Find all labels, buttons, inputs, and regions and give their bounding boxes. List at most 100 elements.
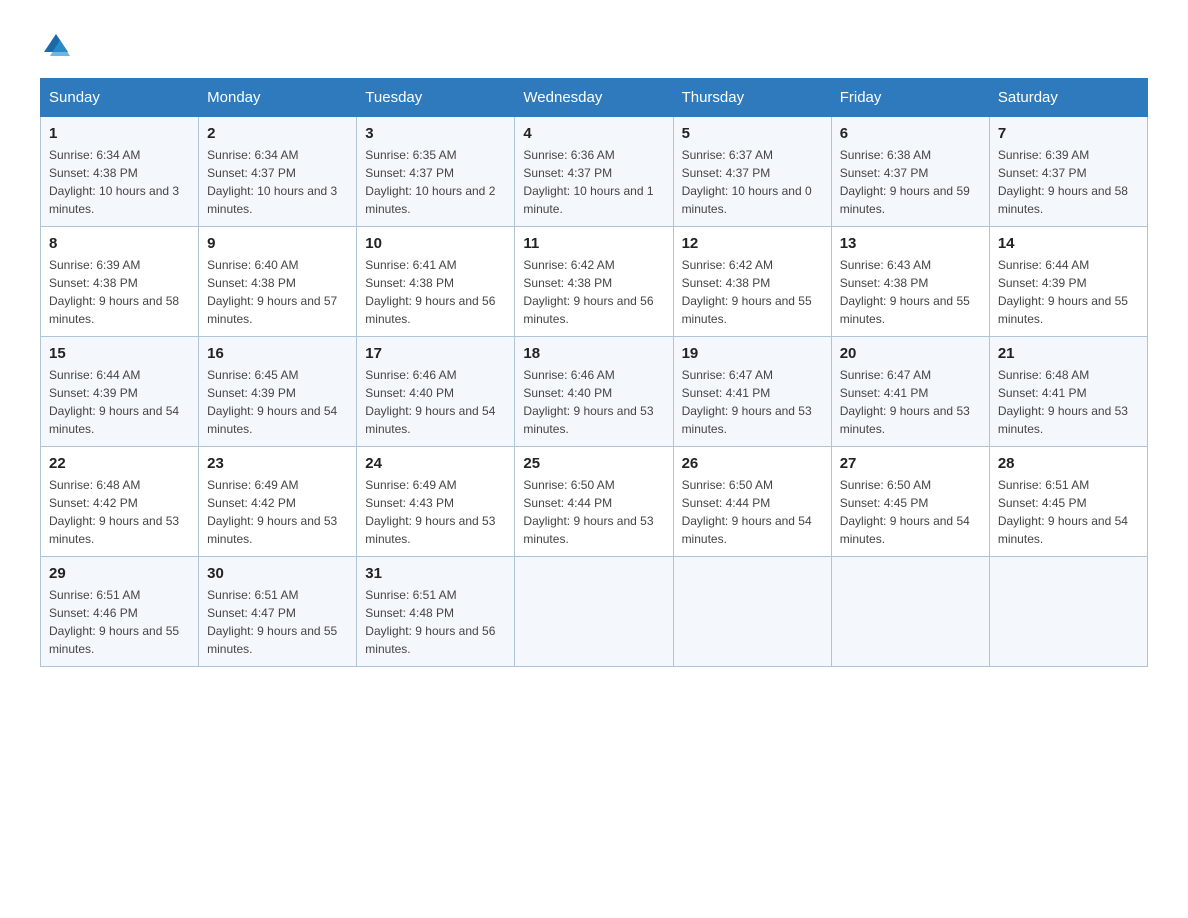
calendar-day-cell: 25 Sunrise: 6:50 AM Sunset: 4:44 PM Dayl…: [515, 447, 673, 557]
calendar-day-cell: 4 Sunrise: 6:36 AM Sunset: 4:37 PM Dayli…: [515, 117, 673, 227]
calendar-day-cell: 22 Sunrise: 6:48 AM Sunset: 4:42 PM Dayl…: [41, 447, 199, 557]
day-number: 30: [207, 565, 348, 582]
day-info: Sunrise: 6:44 AM Sunset: 4:39 PM Dayligh…: [49, 366, 190, 438]
day-info: Sunrise: 6:34 AM Sunset: 4:37 PM Dayligh…: [207, 146, 348, 218]
day-number: 1: [49, 125, 190, 142]
calendar-day-cell: 8 Sunrise: 6:39 AM Sunset: 4:38 PM Dayli…: [41, 227, 199, 337]
day-info: Sunrise: 6:38 AM Sunset: 4:37 PM Dayligh…: [840, 146, 981, 218]
calendar-day-cell: 29 Sunrise: 6:51 AM Sunset: 4:46 PM Dayl…: [41, 557, 199, 667]
calendar-day-cell: [831, 557, 989, 667]
calendar-day-cell: 23 Sunrise: 6:49 AM Sunset: 4:42 PM Dayl…: [199, 447, 357, 557]
day-number: 9: [207, 235, 348, 252]
day-info: Sunrise: 6:51 AM Sunset: 4:45 PM Dayligh…: [998, 476, 1139, 548]
day-number: 14: [998, 235, 1139, 252]
calendar-day-cell: 5 Sunrise: 6:37 AM Sunset: 4:37 PM Dayli…: [673, 117, 831, 227]
day-number: 5: [682, 125, 823, 142]
day-info: Sunrise: 6:44 AM Sunset: 4:39 PM Dayligh…: [998, 256, 1139, 328]
calendar-day-cell: 28 Sunrise: 6:51 AM Sunset: 4:45 PM Dayl…: [989, 447, 1147, 557]
weekday-header-sunday: Sunday: [41, 79, 199, 117]
day-number: 23: [207, 455, 348, 472]
day-number: 19: [682, 345, 823, 362]
day-number: 10: [365, 235, 506, 252]
day-info: Sunrise: 6:50 AM Sunset: 4:44 PM Dayligh…: [682, 476, 823, 548]
day-number: 12: [682, 235, 823, 252]
day-info: Sunrise: 6:48 AM Sunset: 4:42 PM Dayligh…: [49, 476, 190, 548]
calendar-week-row: 22 Sunrise: 6:48 AM Sunset: 4:42 PM Dayl…: [41, 447, 1148, 557]
weekday-header-monday: Monday: [199, 79, 357, 117]
day-info: Sunrise: 6:37 AM Sunset: 4:37 PM Dayligh…: [682, 146, 823, 218]
logo-text: [40, 30, 70, 58]
day-info: Sunrise: 6:42 AM Sunset: 4:38 PM Dayligh…: [682, 256, 823, 328]
calendar-day-cell: [989, 557, 1147, 667]
calendar-day-cell: 17 Sunrise: 6:46 AM Sunset: 4:40 PM Dayl…: [357, 337, 515, 447]
day-number: 31: [365, 565, 506, 582]
calendar-day-cell: 9 Sunrise: 6:40 AM Sunset: 4:38 PM Dayli…: [199, 227, 357, 337]
calendar-day-cell: 13 Sunrise: 6:43 AM Sunset: 4:38 PM Dayl…: [831, 227, 989, 337]
day-info: Sunrise: 6:39 AM Sunset: 4:37 PM Dayligh…: [998, 146, 1139, 218]
weekday-header-thursday: Thursday: [673, 79, 831, 117]
calendar-day-cell: 7 Sunrise: 6:39 AM Sunset: 4:37 PM Dayli…: [989, 117, 1147, 227]
day-number: 18: [523, 345, 664, 362]
calendar-week-row: 15 Sunrise: 6:44 AM Sunset: 4:39 PM Dayl…: [41, 337, 1148, 447]
calendar-day-cell: 31 Sunrise: 6:51 AM Sunset: 4:48 PM Dayl…: [357, 557, 515, 667]
day-number: 22: [49, 455, 190, 472]
day-number: 11: [523, 235, 664, 252]
day-number: 6: [840, 125, 981, 142]
calendar-day-cell: 3 Sunrise: 6:35 AM Sunset: 4:37 PM Dayli…: [357, 117, 515, 227]
day-info: Sunrise: 6:49 AM Sunset: 4:42 PM Dayligh…: [207, 476, 348, 548]
day-number: 25: [523, 455, 664, 472]
day-info: Sunrise: 6:43 AM Sunset: 4:38 PM Dayligh…: [840, 256, 981, 328]
day-number: 24: [365, 455, 506, 472]
calendar-day-cell: [673, 557, 831, 667]
calendar-day-cell: [515, 557, 673, 667]
day-number: 26: [682, 455, 823, 472]
day-info: Sunrise: 6:46 AM Sunset: 4:40 PM Dayligh…: [523, 366, 664, 438]
weekday-header-wednesday: Wednesday: [515, 79, 673, 117]
day-number: 29: [49, 565, 190, 582]
calendar-day-cell: 26 Sunrise: 6:50 AM Sunset: 4:44 PM Dayl…: [673, 447, 831, 557]
day-info: Sunrise: 6:50 AM Sunset: 4:44 PM Dayligh…: [523, 476, 664, 548]
calendar-day-cell: 1 Sunrise: 6:34 AM Sunset: 4:38 PM Dayli…: [41, 117, 199, 227]
day-info: Sunrise: 6:42 AM Sunset: 4:38 PM Dayligh…: [523, 256, 664, 328]
day-number: 3: [365, 125, 506, 142]
weekday-header-friday: Friday: [831, 79, 989, 117]
weekday-header-saturday: Saturday: [989, 79, 1147, 117]
calendar-day-cell: 6 Sunrise: 6:38 AM Sunset: 4:37 PM Dayli…: [831, 117, 989, 227]
day-number: 21: [998, 345, 1139, 362]
calendar-day-cell: 15 Sunrise: 6:44 AM Sunset: 4:39 PM Dayl…: [41, 337, 199, 447]
day-number: 7: [998, 125, 1139, 142]
day-info: Sunrise: 6:35 AM Sunset: 4:37 PM Dayligh…: [365, 146, 506, 218]
day-info: Sunrise: 6:51 AM Sunset: 4:48 PM Dayligh…: [365, 586, 506, 658]
calendar-day-cell: 19 Sunrise: 6:47 AM Sunset: 4:41 PM Dayl…: [673, 337, 831, 447]
calendar-day-cell: 12 Sunrise: 6:42 AM Sunset: 4:38 PM Dayl…: [673, 227, 831, 337]
calendar-week-row: 1 Sunrise: 6:34 AM Sunset: 4:38 PM Dayli…: [41, 117, 1148, 227]
weekday-header-tuesday: Tuesday: [357, 79, 515, 117]
calendar-day-cell: 2 Sunrise: 6:34 AM Sunset: 4:37 PM Dayli…: [199, 117, 357, 227]
page-header: [40, 30, 1148, 58]
calendar-day-cell: 30 Sunrise: 6:51 AM Sunset: 4:47 PM Dayl…: [199, 557, 357, 667]
day-info: Sunrise: 6:39 AM Sunset: 4:38 PM Dayligh…: [49, 256, 190, 328]
day-number: 17: [365, 345, 506, 362]
day-number: 20: [840, 345, 981, 362]
logo: [40, 30, 70, 58]
calendar-table: SundayMondayTuesdayWednesdayThursdayFrid…: [40, 78, 1148, 667]
day-info: Sunrise: 6:36 AM Sunset: 4:37 PM Dayligh…: [523, 146, 664, 218]
calendar-day-cell: 18 Sunrise: 6:46 AM Sunset: 4:40 PM Dayl…: [515, 337, 673, 447]
day-info: Sunrise: 6:46 AM Sunset: 4:40 PM Dayligh…: [365, 366, 506, 438]
calendar-week-row: 8 Sunrise: 6:39 AM Sunset: 4:38 PM Dayli…: [41, 227, 1148, 337]
day-info: Sunrise: 6:51 AM Sunset: 4:47 PM Dayligh…: [207, 586, 348, 658]
day-info: Sunrise: 6:41 AM Sunset: 4:38 PM Dayligh…: [365, 256, 506, 328]
day-info: Sunrise: 6:40 AM Sunset: 4:38 PM Dayligh…: [207, 256, 348, 328]
day-number: 15: [49, 345, 190, 362]
day-number: 4: [523, 125, 664, 142]
calendar-day-cell: 16 Sunrise: 6:45 AM Sunset: 4:39 PM Dayl…: [199, 337, 357, 447]
day-info: Sunrise: 6:34 AM Sunset: 4:38 PM Dayligh…: [49, 146, 190, 218]
day-number: 27: [840, 455, 981, 472]
day-number: 28: [998, 455, 1139, 472]
day-info: Sunrise: 6:50 AM Sunset: 4:45 PM Dayligh…: [840, 476, 981, 548]
day-info: Sunrise: 6:49 AM Sunset: 4:43 PM Dayligh…: [365, 476, 506, 548]
calendar-day-cell: 20 Sunrise: 6:47 AM Sunset: 4:41 PM Dayl…: [831, 337, 989, 447]
calendar-day-cell: 21 Sunrise: 6:48 AM Sunset: 4:41 PM Dayl…: [989, 337, 1147, 447]
calendar-week-row: 29 Sunrise: 6:51 AM Sunset: 4:46 PM Dayl…: [41, 557, 1148, 667]
calendar-day-cell: 24 Sunrise: 6:49 AM Sunset: 4:43 PM Dayl…: [357, 447, 515, 557]
